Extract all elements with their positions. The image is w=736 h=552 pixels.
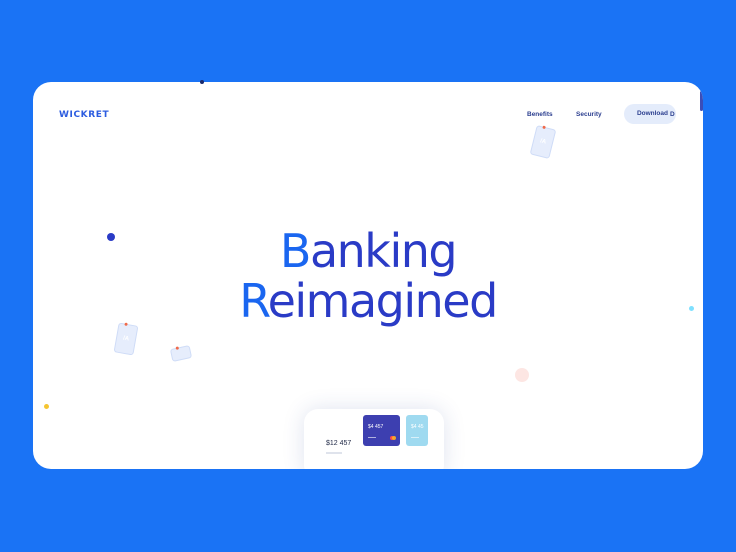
- bank-card-primary[interactable]: $4 457: [363, 415, 400, 446]
- phone-mockup: $12 457 $4 457 $4 45: [304, 409, 444, 469]
- decor-dot-pink: [515, 368, 529, 382]
- nav-download-button[interactable]: Download: [624, 104, 676, 124]
- card-caption-line: [411, 437, 419, 438]
- bank-card-secondary[interactable]: $4 45: [406, 415, 428, 446]
- decor-dot-dark: [200, 80, 204, 84]
- floating-card-icon-left: /A: [113, 322, 139, 356]
- card-amount: $4 457: [368, 424, 384, 430]
- hero-headline-line1: Banking: [279, 224, 458, 278]
- nav-truncated-link[interactable]: D: [670, 111, 675, 118]
- scroll-indicator[interactable]: [700, 91, 703, 111]
- decor-dot-navy: [107, 233, 115, 241]
- card-caption-line: [368, 437, 376, 438]
- hero-headline-line2: Reimagined: [239, 274, 498, 328]
- mastercard-icon: [390, 436, 396, 440]
- card-amount: $4 45: [411, 424, 424, 430]
- floating-card-icon-top: /A: [529, 125, 557, 159]
- nav-security-link[interactable]: Security: [576, 111, 602, 118]
- decor-dot-yellow: [44, 404, 49, 409]
- browser-frame: WICKRET Benefits Security Download D Ban…: [33, 82, 703, 469]
- floating-card-icon-small: [169, 345, 193, 362]
- nav-benefits-link[interactable]: Benefits: [527, 111, 553, 118]
- decor-dot-cyan: [689, 306, 694, 311]
- balance-caption-line: [326, 452, 342, 454]
- top-nav: Benefits Security Download D: [33, 104, 703, 124]
- account-balance: $12 457: [326, 440, 352, 447]
